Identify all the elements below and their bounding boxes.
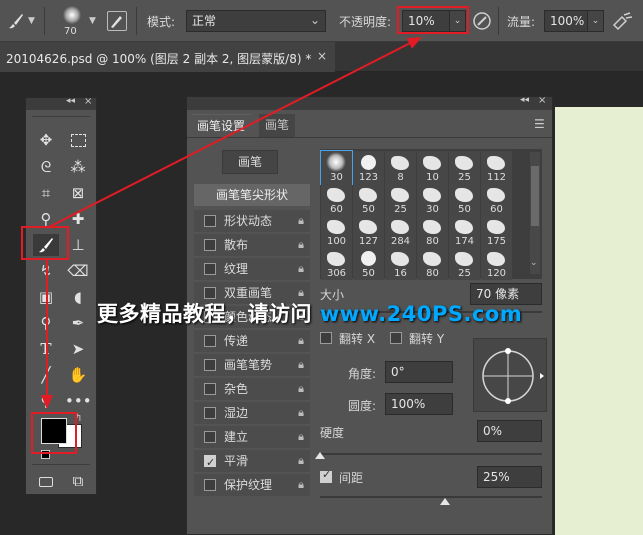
annotation-arrows xyxy=(41,37,422,409)
watermark: 更多精品教程，请访问 www.240PS.com xyxy=(97,298,522,328)
arrow-brush-to-opacity xyxy=(46,37,422,229)
watermark-text: 更多精品教程，请访问 xyxy=(97,302,320,326)
watermark-url: www.240PS.com xyxy=(319,302,523,326)
